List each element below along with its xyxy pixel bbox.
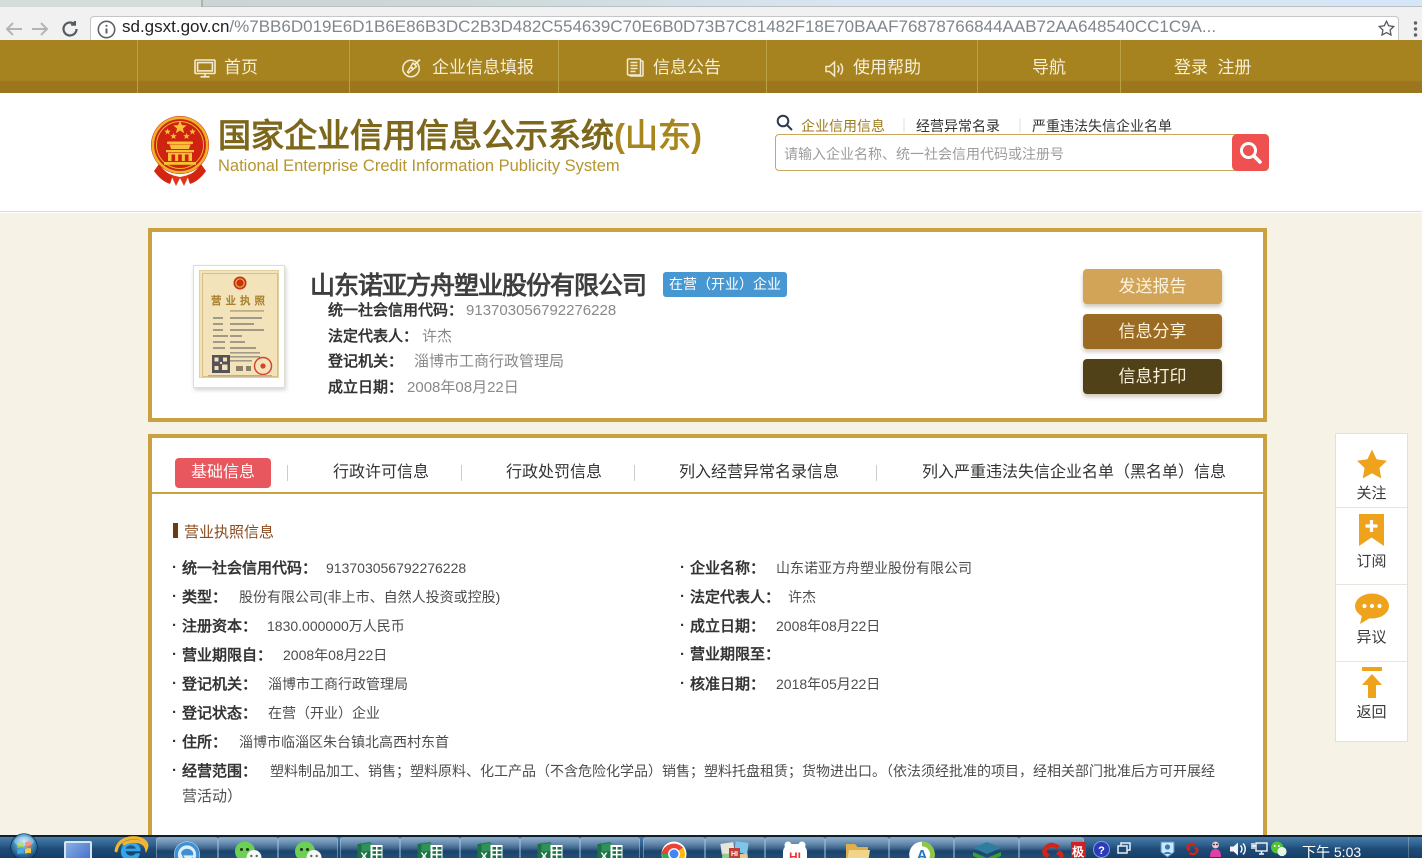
svg-text:HI: HI — [789, 850, 801, 858]
svg-text:HI: HI — [731, 851, 738, 858]
svg-text:A: A — [916, 847, 927, 858]
svg-text:?: ? — [1098, 845, 1105, 857]
svg-text:营业执照: 营业执照 — [211, 294, 269, 307]
